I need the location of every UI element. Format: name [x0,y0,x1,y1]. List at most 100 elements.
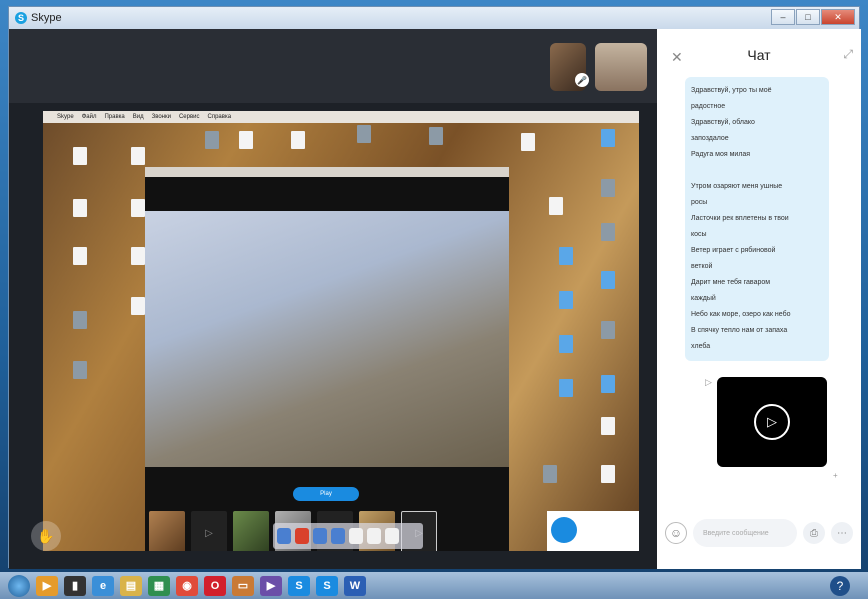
desktop-file-icon [413,127,459,147]
player-play-button[interactable]: Play [293,487,359,501]
dock-app-icon[interactable] [313,528,327,544]
message-line: Здравствуй, утро ты моё [691,87,772,94]
skype-logo-icon: S [15,12,27,24]
taskbar-skype-icon[interactable]: S [316,575,338,596]
mac-menu-item: Правка [104,114,125,120]
message-composer: ☺ Введите сообщение ⎙ ⋯ [665,515,853,551]
dock-skype-icon[interactable] [331,528,345,544]
thumbnail[interactable] [149,511,185,551]
desktop-file-icon [585,321,631,341]
call-area: 🎤 Skype Файл Правка Вид Звонки Сервис Сп… [9,29,657,569]
message-line [691,163,823,179]
notification-logo-icon [551,517,577,543]
message-line: радостное [691,103,726,110]
taskbar-word-icon[interactable]: W [344,575,366,596]
mac-menu-item: Файл [81,114,97,120]
participant-video-thumbnail[interactable]: 🎤 [550,43,589,91]
dock-app-icon[interactable] [349,528,363,544]
desktop-file-icon [543,335,589,355]
dock-app-icon[interactable] [295,528,309,544]
message-line: Здравствуй, облако [691,119,755,126]
desktop-file-icon [57,247,103,267]
add-reaction-icon[interactable]: + [833,471,838,480]
mac-dock [273,523,423,549]
message-input[interactable]: Введите сообщение [693,519,797,547]
window-controls: – □ ✕ [771,9,855,25]
self-video-thumbnail[interactable] [595,43,647,91]
window-title: Skype [31,12,62,24]
message-line: Ветер играет с рябиновой [691,247,776,254]
mac-menu-item: Вид [132,114,144,120]
message-line: запоздалое [691,135,729,142]
desktop-file-icon [585,375,631,395]
chat-title: Чат [747,47,771,63]
message-line: В спячку тепло нам от запаха [691,327,788,334]
play-icon[interactable]: ▷ [191,511,227,551]
message-line: косы [691,231,707,238]
desktop-file-icon [57,147,103,167]
minimize-button[interactable]: – [771,9,795,25]
dock-app-icon[interactable] [367,528,381,544]
message-line: каждый [691,295,716,302]
desktop-file-icon [543,379,589,399]
taskbar-spreadsheet-icon[interactable]: ▦ [148,575,170,596]
desktop-file-icon [223,131,269,151]
desktop-file-icon [585,417,631,437]
desktop-file-icon [57,199,103,219]
mac-menu-item: Сервис [178,114,200,120]
mac-menu-item: Справка [207,114,232,120]
expand-icon[interactable]: ⤢ [843,47,853,62]
desktop-file-icon [585,271,631,291]
attach-icon[interactable]: ⎙ [803,522,825,544]
taskbar-explorer-icon[interactable]: e [92,575,114,596]
system-tray: ? [830,575,868,596]
mic-icon: 🎤 [575,73,589,87]
player-title-bar [145,167,509,177]
hand-icon[interactable]: ✋ [31,521,61,551]
maximize-button[interactable]: □ [796,9,820,25]
message-line: веткой [691,263,713,270]
message-line: Небо как море, озеро как небо [691,311,791,318]
more-options-icon[interactable]: ⋯ [831,522,853,544]
notification-card[interactable] [547,511,639,551]
message-line: Ласточки рек вплетены в твои [691,215,789,222]
chat-message-bubble: Здравствуй, утро ты моё радостное Здравс… [685,77,829,361]
desktop-file-icon [543,247,589,267]
call-top-bar: 🎤 [9,29,657,103]
taskbar-folder-icon[interactable]: ▤ [120,575,142,596]
video-player-window: Play ▷ ▷ ▷ [145,167,509,551]
taskbar-phone-icon[interactable]: ▮ [64,575,86,596]
thumbnail[interactable] [233,511,269,551]
dock-trash-icon[interactable] [385,528,399,544]
taskbar-chrome-icon[interactable]: ◉ [176,575,198,596]
message-line: Дарит мне тебя гаваром [691,279,771,286]
video-message[interactable]: ▷ [717,377,827,467]
message-line: росы [691,199,708,206]
taskbar-skype-icon[interactable]: S [288,575,310,596]
start-button[interactable] [8,574,30,597]
desktop-file-icon [57,361,103,381]
desktop-file-icon [585,223,631,243]
emoji-icon[interactable]: ☺ [665,522,687,544]
skype-window: S Skype – □ ✕ 🎤 Skype Файл Правка Вид Зв… [8,6,861,569]
player-video[interactable] [145,211,509,467]
message-line: Утром озаряют меня ушные [691,183,783,190]
desktop-file-icon [585,129,631,149]
mac-menu-item: Звонки [151,114,171,120]
taskbar-archive-icon[interactable]: ▭ [232,575,254,596]
close-button[interactable]: ✕ [821,9,855,25]
help-icon[interactable]: ? [830,575,850,596]
play-icon[interactable]: ▷ [754,404,790,440]
shared-screen: Skype Файл Правка Вид Звонки Сервис Спра… [43,111,639,551]
taskbar-opera-icon[interactable]: O [204,575,226,596]
message-line: хлеба [691,343,711,350]
desktop-file-icon [585,465,631,485]
windows-taskbar: ▶ ▮ e ▤ ▦ ◉ O ▭ ▶ S S W ? [0,572,868,599]
desktop-file-icon [275,131,321,151]
dock-finder-icon[interactable] [277,528,291,544]
taskbar-media-player-icon[interactable]: ▶ [36,575,58,596]
desktop-file-icon [505,133,551,153]
taskbar-media-icon[interactable]: ▶ [260,575,282,596]
mac-menu-item: Skype [57,114,74,120]
desktop-file-icon [341,125,387,145]
